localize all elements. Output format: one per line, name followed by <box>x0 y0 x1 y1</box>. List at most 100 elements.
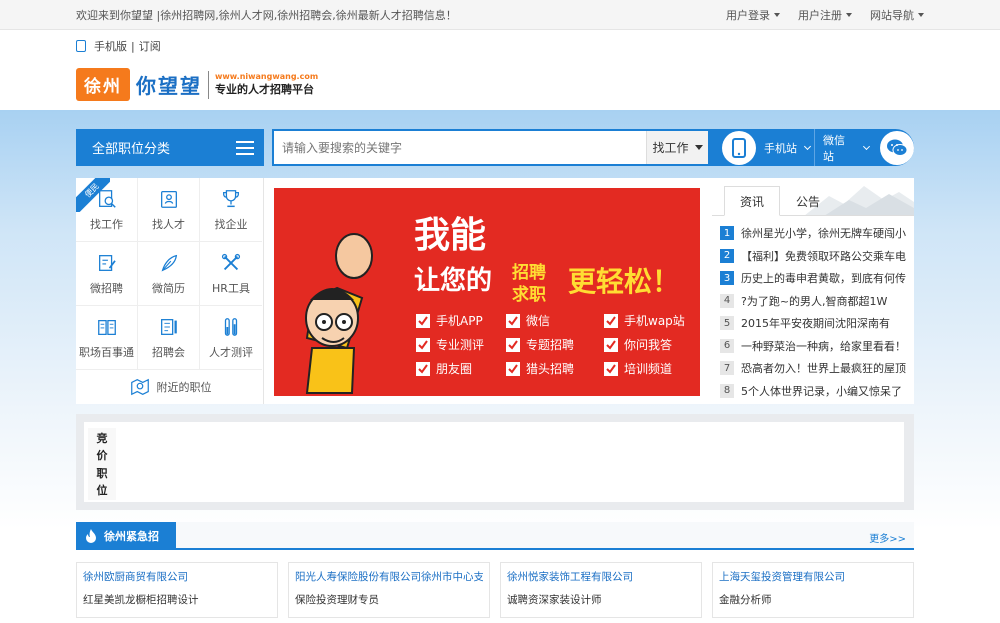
company-link[interactable]: 上海天玺投资管理有限公司 <box>719 569 907 584</box>
job-fair-link[interactable]: 招聘会 <box>138 306 200 370</box>
mobile-site-link[interactable]: 手机站 <box>720 129 815 166</box>
banner-line3b: 求职 <box>512 285 546 305</box>
feature-item: 专题招聘 <box>506 336 574 353</box>
tab-news[interactable]: 资讯 <box>724 186 780 216</box>
cartoon-man-illustration <box>305 233 373 394</box>
list-item[interactable]: 3 历史上的毒申君黄歇，到底有何传 <box>720 267 910 290</box>
convenience-ribbon: 便民 <box>76 178 110 212</box>
id-card-icon <box>160 190 177 208</box>
promo-banner[interactable]: 我能 让您的 招聘 求职 更轻松！ 手机APP 微信 手机wap站 专业测评 专… <box>274 188 700 396</box>
urgent-jobs-header: 徐州紧急招 更多>> <box>76 522 914 550</box>
micro-resume-link[interactable]: 微简历 <box>138 242 200 306</box>
all-categories-button[interactable]: 全部职位分类 <box>76 129 264 166</box>
workplace-guide-link[interactable]: 职场百事通 <box>76 306 138 370</box>
phone-icon <box>722 130 756 165</box>
search-box: 找工作 <box>272 129 710 166</box>
mobile-icon <box>76 40 86 52</box>
site-nav-menu[interactable]: 网站导航 <box>870 7 924 23</box>
talent-assessment-link[interactable]: 人才测评 <box>200 306 262 370</box>
company-link[interactable]: 徐州欧厨商贸有限公司 <box>83 569 271 584</box>
news-panel: 资讯 公告 1 徐州星光小学，徐州无牌车硬闯小 2 【福利】免费领取环路公交乘车电 … <box>712 178 914 404</box>
urgent-jobs-list: 徐州欧厨商贸有限公司 红星美凯龙橱柜招聘设计 阳光人寿保险股份有限公司徐州市中心… <box>76 562 914 618</box>
check-icon <box>604 337 618 352</box>
chevron-down-icon <box>918 12 924 17</box>
tools-icon <box>221 253 241 270</box>
sub-links: 手机版 | 订阅 <box>76 38 161 54</box>
chevron-down-icon <box>694 145 703 150</box>
welcome-text: 欢迎来到你望望 |徐州招聘网,徐州人才网,徐州招聘会,徐州最新人才招聘信息！ <box>76 8 457 22</box>
list-item[interactable]: 7 恐高者勿入！世界上最疯狂的屋顶 <box>720 357 910 380</box>
job-card: 上海天玺投资管理有限公司 金融分析师 <box>712 562 914 618</box>
header: 手机版 | 订阅 徐州 你望望 www.niwangwang.com 专业的人才… <box>0 30 1000 110</box>
wechat-site-link[interactable]: 微信站 <box>815 130 914 165</box>
wechat-icon <box>880 130 914 165</box>
feature-item: 你问我答 <box>604 336 672 353</box>
nearby-jobs-link[interactable]: 附近的职位 <box>76 370 264 404</box>
list-item[interactable]: 4 ?为了跑~的男人,智商都超1W <box>720 290 910 313</box>
list-item[interactable]: 5 2015年平安夜期间沈阳深南有 <box>720 312 910 335</box>
login-menu[interactable]: 用户登录 <box>726 7 780 23</box>
edit-document-icon <box>98 254 116 271</box>
list-item[interactable]: 1 徐州星光小学，徐州无牌车硬闯小 <box>720 222 910 245</box>
chevron-down-icon <box>774 12 780 17</box>
chevron-down-icon <box>862 142 870 150</box>
urgent-jobs-tab[interactable]: 徐州紧急招 <box>76 522 176 550</box>
chevron-down-icon <box>846 12 852 17</box>
search-input[interactable] <box>274 131 646 164</box>
map-pin-icon <box>130 378 149 396</box>
tab-announcements[interactable]: 公告 <box>780 186 836 216</box>
find-company-link[interactable]: 找企业 <box>200 178 262 242</box>
news-list: 1 徐州星光小学，徐州无牌车硬闯小 2 【福利】免费领取环路公交乘车电 3 历史上的毒… <box>720 222 910 402</box>
list-item[interactable]: 8 5个人体世界记录，小编又惊呆了 <box>720 380 910 403</box>
feature-item: 朋友圈 <box>416 360 472 377</box>
hr-tools-link[interactable]: HR工具 <box>200 242 262 306</box>
logo-slogan: 专业的人才招聘平台 <box>215 83 314 96</box>
menu-icon <box>236 140 254 155</box>
job-card: 阳光人寿保险股份有限公司徐州市中心支 保险投资理财专员 <box>288 562 490 618</box>
banner-line4: 更轻松！ <box>568 265 681 298</box>
bid-jobs-section: 竞 价 职 位 <box>76 414 914 510</box>
position-link[interactable]: 金融分析师 <box>719 592 907 607</box>
bid-jobs-label: 竞 价 职 位 <box>88 428 116 500</box>
feature-item: 手机wap站 <box>604 312 685 329</box>
logo-text: www.niwangwang.com 专业的人才招聘平台 <box>215 72 318 97</box>
list-item[interactable]: 2 【福利】免费领取环路公交乘车电 <box>720 245 910 268</box>
subscribe-link[interactable]: 订阅 <box>139 38 161 54</box>
feature-item: 猎头招聘 <box>506 360 574 377</box>
quick-links-grid: 找工作 找人才 找企业 微招聘 微简历 HR工具 职场百事通 招聘会 人才测评 … <box>76 178 264 404</box>
more-link[interactable]: 更多>> <box>869 530 906 545</box>
flame-icon <box>86 529 96 543</box>
bid-jobs-content: 竞 价 职 位 <box>84 422 904 502</box>
job-card: 徐州欧厨商贸有限公司 红星美凯龙橱柜招聘设计 <box>76 562 278 618</box>
site-logo[interactable]: 徐州 你望望 www.niwangwang.com 专业的人才招聘平台 <box>76 68 318 101</box>
position-link[interactable]: 诚聘资深家装设计师 <box>507 592 695 607</box>
search-row: 全部职位分类 找工作 搜 索 手机站 微信站 <box>76 129 914 166</box>
check-icon <box>604 361 618 376</box>
register-menu[interactable]: 用户注册 <box>798 7 852 23</box>
job-card: 徐州悦家装饰工程有限公司 诚聘资深家装设计师 <box>500 562 702 618</box>
company-link[interactable]: 阳光人寿保险股份有限公司徐州市中心支 <box>295 569 483 584</box>
micro-recruit-link[interactable]: 微招聘 <box>76 242 138 306</box>
banner-line1: 我能 <box>414 214 487 256</box>
check-icon <box>416 361 430 376</box>
check-icon <box>506 313 520 328</box>
position-link[interactable]: 保险投资理财专员 <box>295 592 483 607</box>
check-icon <box>416 337 430 352</box>
feature-item: 专业测评 <box>416 336 484 353</box>
mobile-version-link[interactable]: 手机版 <box>94 38 127 54</box>
banner-line2: 让您的 <box>414 266 493 296</box>
find-talent-link[interactable]: 找人才 <box>138 178 200 242</box>
link-separator: | <box>131 39 135 53</box>
company-link[interactable]: 徐州悦家装饰工程有限公司 <box>507 569 695 584</box>
feature-item: 微信 <box>506 312 550 329</box>
search-type-select[interactable]: 找工作 <box>646 131 708 164</box>
test-tube-icon <box>224 317 238 336</box>
feature-item: 手机APP <box>416 312 483 329</box>
chevron-down-icon <box>803 142 812 150</box>
position-link[interactable]: 红星美凯龙橱柜招聘设计 <box>83 592 271 607</box>
logo-badge: 徐州 <box>76 68 130 101</box>
notes-pen-icon <box>160 318 177 335</box>
list-item[interactable]: 6 一种野菜治一种病，给家里看看！ <box>720 335 910 358</box>
trophy-icon <box>223 189 239 207</box>
feather-icon <box>161 254 177 271</box>
